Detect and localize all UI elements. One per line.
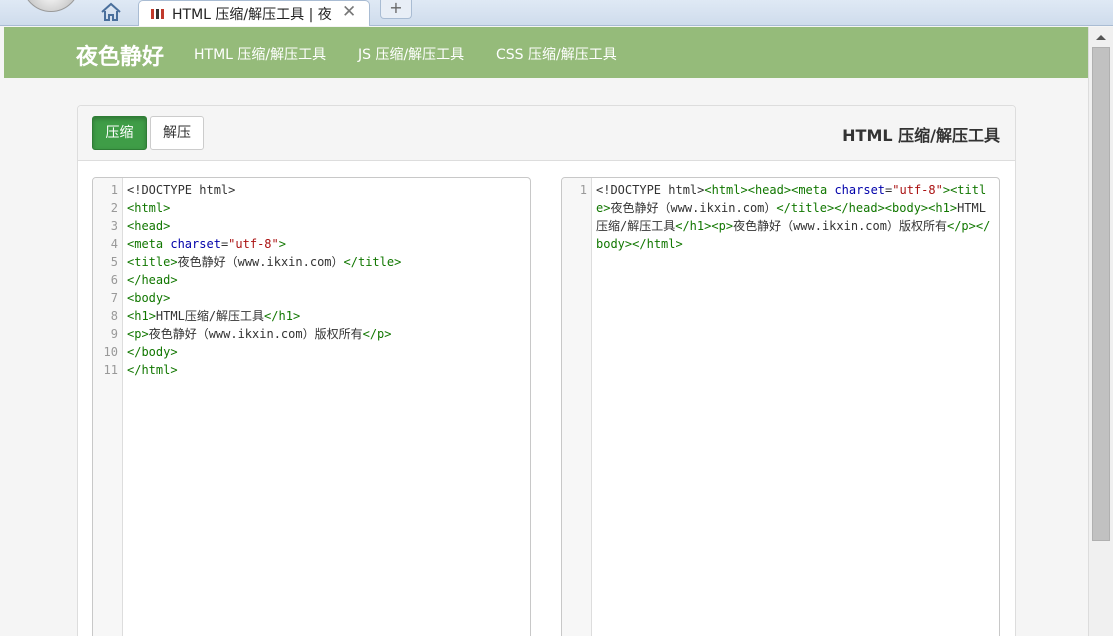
nav-js-tool[interactable]: JS 压缩/解压工具: [358, 44, 464, 64]
code-text: <p>夜色静好（www.ikxin.com）版权所有</p>: [127, 327, 392, 341]
code-line: 1 <!DOCTYPE html>: [111, 181, 401, 199]
nav-html-tool[interactable]: HTML 压缩/解压工具: [194, 44, 326, 64]
site-favicon-icon: [151, 6, 165, 20]
code-line: 10 </body>: [104, 343, 401, 361]
code-text: </head>: [127, 273, 178, 287]
code-text: <!DOCTYPE html><html><head><meta charset…: [596, 183, 991, 251]
input-code-editor[interactable]: 1 <!DOCTYPE html> 2 <html> 3 <head> 4 <meta cha…: [92, 177, 531, 636]
page-scrollbar[interactable]: [1088, 27, 1113, 636]
panel-header: 压缩 解压 HTML 压缩/解压工具: [78, 106, 1015, 161]
code-text: <head>: [127, 219, 171, 233]
input-code-lines[interactable]: 1 <!DOCTYPE html> 2 <html> 3 <head> 4 <meta cha…: [104, 181, 402, 379]
browser-avatar[interactable]: [22, 0, 80, 12]
code-text: <!DOCTYPE html>: [127, 183, 236, 197]
line-number: 7: [110, 291, 118, 305]
line-number: 2: [110, 201, 118, 215]
line-number: 8: [110, 309, 118, 323]
output-code-lines[interactable]: 1 <!DOCTYPE html><html><head><meta charse…: [580, 181, 992, 251]
line-number: 1: [110, 183, 118, 197]
code-text: </html>: [127, 363, 178, 377]
browser-tab-strip: HTML 压缩/解压工具 | 夜 ✕ +: [0, 0, 1113, 26]
code-text: <title>夜色静好（www.ikxin.com）</title>: [127, 255, 402, 269]
nav-css-tool[interactable]: CSS 压缩/解压工具: [496, 44, 617, 64]
line-number: 5: [110, 255, 118, 269]
line-number: 3: [110, 219, 118, 233]
code-text: </body>: [127, 345, 178, 359]
output-code-editor[interactable]: 1 <!DOCTYPE html><html><head><meta charse…: [561, 177, 1000, 636]
line-number: 6: [110, 273, 118, 287]
line-number: 10: [103, 345, 118, 359]
code-line: 6 </head>: [111, 271, 401, 289]
code-line: 2 <html>: [111, 199, 401, 217]
code-text: <meta charset="utf-8">: [127, 237, 286, 251]
code-line: 8 <h1>HTML压缩/解压工具</h1>: [111, 307, 401, 325]
site-navbar: 夜色静好 HTML 压缩/解压工具 JS 压缩/解压工具 CSS 压缩/解压工具: [4, 27, 1088, 78]
code-line: 4 <meta charset="utf-8">: [111, 235, 401, 253]
code-text: <body>: [127, 291, 171, 305]
panel-title: HTML 压缩/解压工具: [842, 126, 1000, 145]
code-line: 1 <!DOCTYPE html><html><head><meta charse…: [580, 181, 992, 251]
line-number: 1: [579, 183, 587, 197]
code-text: <html>: [127, 201, 171, 215]
line-number: 9: [110, 327, 118, 341]
code-line: 5 <title>夜色静好（www.ikxin.com）</title>: [111, 253, 402, 271]
line-number: 11: [103, 363, 118, 377]
home-icon[interactable]: [100, 2, 122, 22]
line-number-gutter: [562, 178, 592, 636]
code-text: <h1>HTML压缩/解压工具</h1>: [127, 309, 301, 323]
close-tab-icon[interactable]: ✕: [342, 2, 356, 22]
scrollbar-thumb[interactable]: [1092, 47, 1110, 541]
code-line: 11 </html>: [104, 361, 401, 379]
tab-title: HTML 压缩/解压工具 | 夜: [172, 7, 332, 23]
code-line: 7 <body>: [111, 289, 401, 307]
decompress-button[interactable]: 解压: [150, 116, 204, 150]
new-tab-button[interactable]: +: [380, 0, 412, 19]
line-number: 4: [110, 237, 118, 251]
scroll-up-arrow-icon[interactable]: [1096, 35, 1106, 40]
compress-button[interactable]: 压缩: [92, 116, 147, 150]
browser-tab[interactable]: HTML 压缩/解压工具 | 夜 ✕: [138, 0, 370, 26]
code-line: 9 <p>夜色静好（www.ikxin.com）版权所有</p>: [111, 325, 401, 343]
site-brand[interactable]: 夜色静好: [76, 39, 164, 71]
code-line: 3 <head>: [111, 217, 401, 235]
